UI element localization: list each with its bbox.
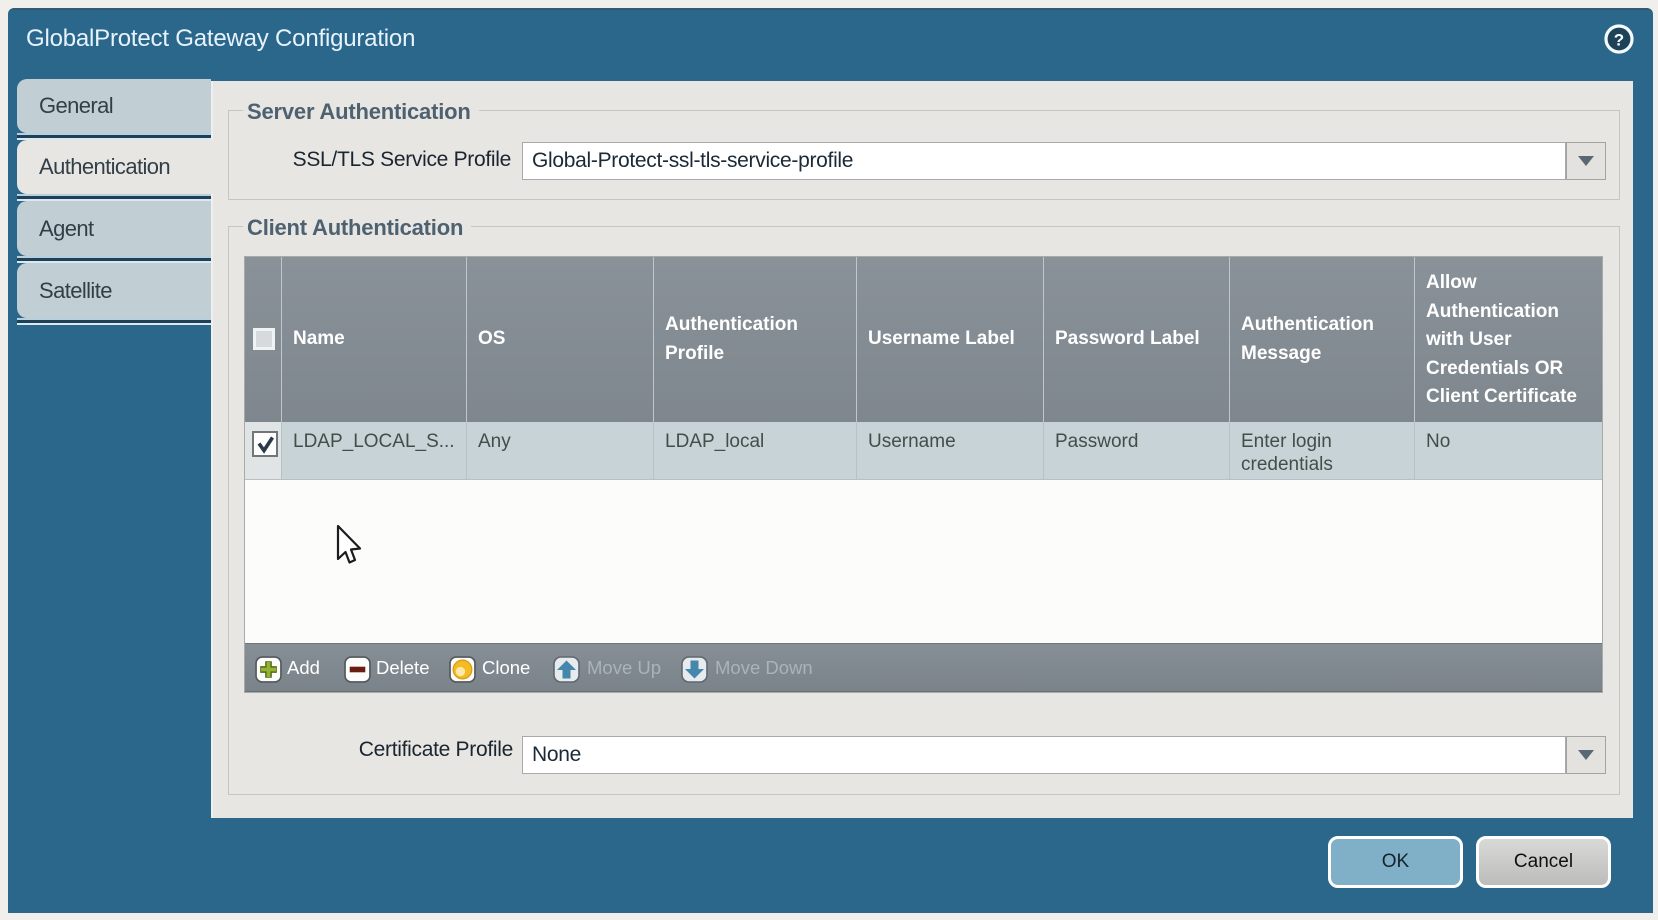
svg-text:?: ? (1614, 31, 1624, 50)
